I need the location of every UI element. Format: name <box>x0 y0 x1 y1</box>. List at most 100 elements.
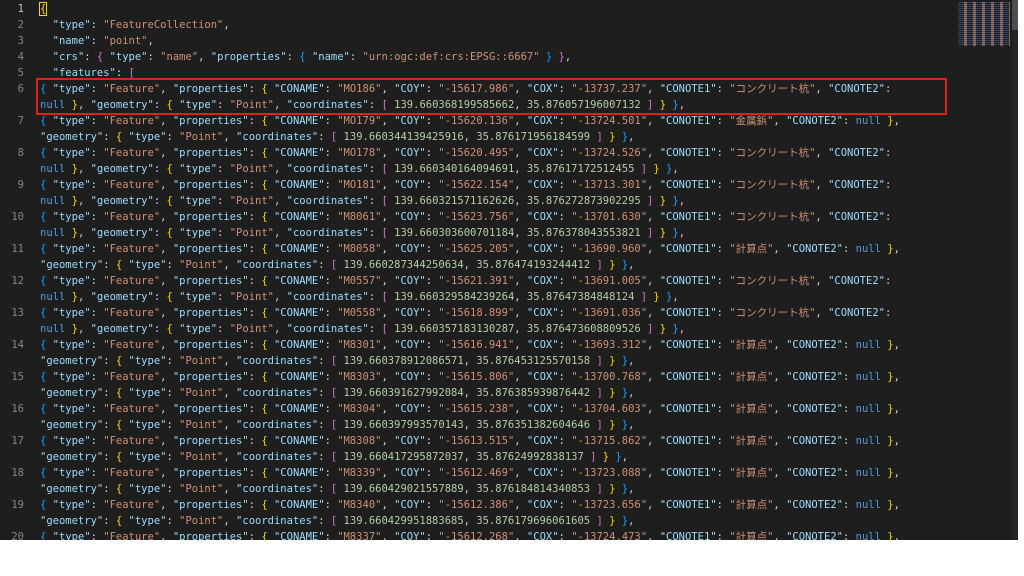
code-token: , <box>463 483 477 495</box>
code-token: 139.660391627992084 <box>343 387 464 399</box>
code-token: "COX" <box>526 147 559 159</box>
code-token: "geometry" <box>40 451 104 463</box>
code-token: : <box>425 435 439 447</box>
code-token: "type" <box>179 227 218 239</box>
code-token: "Feature" <box>103 467 161 479</box>
code-token: : <box>217 227 230 239</box>
code-token: "type" <box>52 467 91 479</box>
code-token: , <box>77 323 91 335</box>
code-token: "type" <box>52 147 91 159</box>
code-token: : <box>558 435 572 447</box>
code-token: "geometry" <box>40 259 104 271</box>
code-token: "CONOTE1" <box>659 179 717 191</box>
code-token: : <box>558 467 572 479</box>
code-token: "CONOTE1" <box>659 275 717 287</box>
code-token: "type" <box>52 211 91 223</box>
code-token: : <box>90 339 104 351</box>
code-token: 139.660287344250634 <box>343 259 464 271</box>
code-token: "name" <box>160 51 199 63</box>
code-token: : <box>248 499 262 511</box>
code-token: , <box>647 147 660 159</box>
code-token: null <box>855 243 881 255</box>
code-token: "type" <box>52 435 91 447</box>
code-token: , <box>463 387 477 399</box>
code-token: "COY" <box>394 435 426 447</box>
code-token: "COY" <box>394 275 426 287</box>
code-token: : <box>425 211 439 223</box>
vertical-scrollbar[interactable] <box>1012 0 1018 540</box>
code-token: "-13723.656" <box>571 499 648 511</box>
code-token: : <box>318 355 331 367</box>
code-token: null <box>40 323 66 335</box>
code-token: , <box>647 243 660 255</box>
code-token: "CONOTE1" <box>659 211 717 223</box>
code-token: "-15612.386" <box>438 499 515 511</box>
code-token: , <box>77 227 91 239</box>
code-token: , <box>463 419 477 431</box>
code-token: "COX" <box>526 307 559 319</box>
code-token: "type" <box>52 307 91 319</box>
code-token: , <box>647 467 660 479</box>
code-token: 35.876351382604646 <box>476 419 591 431</box>
code-token: : <box>166 483 180 495</box>
code-text: null }, "geometry": { "type": "Point", "… <box>40 321 685 337</box>
code-token: , <box>514 435 527 447</box>
code-token: , <box>381 275 395 287</box>
code-text: { <box>38 1 48 17</box>
code-token: : <box>318 259 331 271</box>
code-token: : <box>884 83 892 95</box>
line-number: 20 <box>11 531 24 540</box>
code-token: : <box>716 467 730 479</box>
code-token: : <box>217 163 230 175</box>
code-token: , <box>514 115 527 127</box>
code-token: null <box>40 99 66 111</box>
code-token: , <box>223 259 237 271</box>
code-token: : <box>153 227 167 239</box>
code-token: "coordinates" <box>236 515 319 527</box>
code-token: : <box>84 51 97 63</box>
code-token: "CONOTE1" <box>659 403 717 415</box>
code-token: "coordinates" <box>236 355 319 367</box>
code-token: , <box>160 371 173 383</box>
code-token: "CONOTE1" <box>659 147 717 159</box>
line-number: 19 <box>11 499 24 511</box>
code-token: , <box>160 467 173 479</box>
code-token: : <box>716 499 730 511</box>
code-text: { "type": "Feature", "properties": { "CO… <box>40 529 900 540</box>
code-token: "COY" <box>394 243 426 255</box>
code-editor[interactable]: 1 {2 "type": "FeatureCollection", 3 "name"… <box>0 0 1018 540</box>
code-token: "-13690.960" <box>571 243 648 255</box>
code-token: "coordinates" <box>286 227 369 239</box>
code-token: "CONOTE2" <box>828 147 885 159</box>
code-token: , <box>893 339 900 351</box>
code-token: : <box>368 227 382 239</box>
code-text: { "type": "Feature", "properties": { "CO… <box>40 305 891 321</box>
code-token: "COY" <box>394 307 426 319</box>
code-token: : <box>103 387 116 399</box>
code-token: : <box>842 115 856 127</box>
code-token: , <box>564 51 572 63</box>
code-token: , <box>77 163 91 175</box>
code-token: : <box>115 67 129 79</box>
code-token: : <box>716 307 730 319</box>
code-text: "geometry": { "type": "Point", "coordina… <box>40 385 634 401</box>
code-token: : <box>248 147 262 159</box>
code-token: : <box>558 83 572 95</box>
code-token: : <box>884 147 892 159</box>
code-token: , <box>160 403 173 415</box>
code-token: : <box>425 115 439 127</box>
code-token: : <box>153 323 167 335</box>
code-token: , <box>628 387 635 399</box>
code-token: "properties" <box>172 275 249 287</box>
code-token: , <box>647 179 660 191</box>
code-token: "-13723.088" <box>571 467 648 479</box>
minimap-overlay <box>958 2 1010 46</box>
code-token: , <box>514 371 527 383</box>
code-token: "geometry" <box>40 483 104 495</box>
code-token: , <box>274 163 287 175</box>
code-token: , <box>773 499 787 511</box>
scrollbar-thumb[interactable] <box>1012 0 1018 30</box>
code-token: : <box>166 387 180 399</box>
code-token: "type" <box>128 451 167 463</box>
code-token: "-13713.301" <box>571 179 648 191</box>
